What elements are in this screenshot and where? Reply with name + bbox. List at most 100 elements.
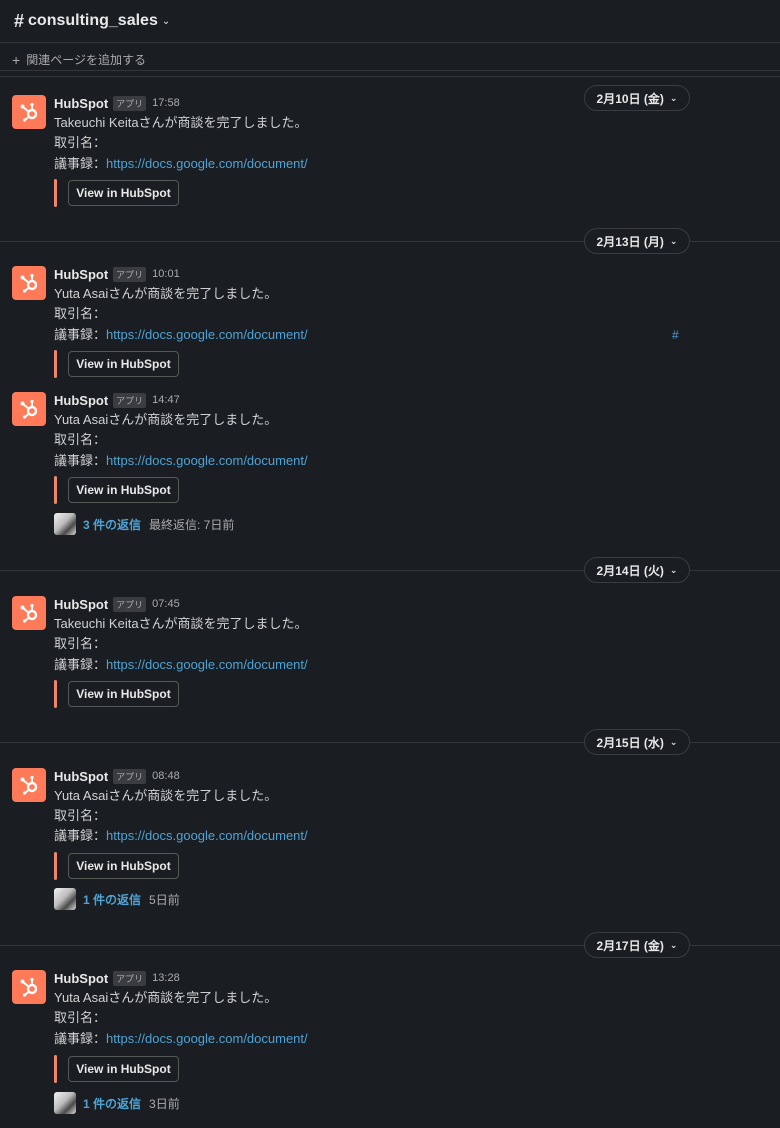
day-divider — [0, 70, 780, 71]
hubspot-logo-icon — [20, 977, 38, 997]
message-time[interactable]: 13:28 — [152, 972, 180, 984]
date-label: 2月17日 (金) — [596, 938, 664, 953]
app-badge: アプリ — [113, 768, 147, 784]
hubspot-avatar[interactable] — [12, 95, 46, 129]
date-pill[interactable]: 2月15日 (水) ⌄ — [584, 729, 690, 755]
date-pill[interactable]: 2月13日 (月) ⌄ — [584, 228, 690, 254]
minutes-label: 議事録： — [54, 1031, 107, 1046]
attachment-bar — [54, 476, 57, 504]
message-time[interactable]: 14:47 — [152, 394, 180, 406]
date-pill[interactable]: 2月10日 (金) ⌄ — [584, 85, 690, 111]
date-label: 2月13日 (月) — [596, 234, 664, 249]
hubspot-logo-icon — [20, 775, 38, 795]
thread-replies[interactable]: 1 件の返信 3日前 — [54, 1092, 180, 1114]
app-badge: アプリ — [113, 266, 147, 282]
minutes-link[interactable]: https://docs.google.com/document/ — [106, 1031, 308, 1046]
sender-name[interactable]: HubSpot — [54, 267, 108, 282]
message-text: Yuta Asaiさんが商談を完了しました。 — [54, 412, 278, 427]
last-reply-time: 5日前 — [149, 892, 180, 907]
sender-name[interactable]: HubSpot — [54, 971, 108, 986]
message-text: Yuta Asaiさんが商談を完了しました。 — [54, 990, 278, 1005]
reply-count-link[interactable]: 1 件の返信 — [83, 1095, 141, 1112]
message-text: Yuta Asaiさんが商談を完了しました。 — [54, 286, 278, 301]
hubspot-avatar[interactable] — [12, 596, 46, 630]
chevron-down-icon: ⌄ — [669, 736, 678, 747]
message-text: Takeuchi Keitaさんが商談を完了しました。 — [54, 616, 308, 631]
view-in-hubspot-button[interactable]: View in HubSpot — [68, 477, 179, 503]
last-reply-time: 3日前 — [149, 1096, 180, 1111]
date-label: 2月15日 (水) — [596, 735, 664, 750]
hubspot-avatar[interactable] — [12, 970, 46, 1004]
hubspot-logo-icon — [20, 603, 38, 623]
view-in-hubspot-button[interactable]: View in HubSpot — [68, 853, 179, 879]
deal-name-label: 取引名： — [54, 135, 107, 150]
attachment-bar — [54, 350, 57, 378]
minutes-link[interactable]: https://docs.google.com/document/ — [106, 828, 308, 843]
minutes-label: 議事録： — [54, 828, 107, 843]
hubspot-logo-icon — [20, 102, 38, 122]
plus-icon: + — [12, 51, 21, 68]
reply-avatar — [54, 513, 76, 535]
add-bookmark-button[interactable]: + 関連ページを追加する — [0, 43, 780, 77]
sender-name[interactable]: HubSpot — [54, 393, 108, 408]
minutes-link[interactable]: https://docs.google.com/document/ — [106, 453, 308, 468]
deal-name-label: 取引名： — [54, 636, 107, 651]
message-time[interactable]: 07:45 — [152, 598, 180, 610]
attachment-bar — [54, 680, 57, 708]
chevron-down-icon: ⌄ — [669, 564, 678, 575]
attachment-bar — [54, 852, 57, 880]
deal-name-label: 取引名： — [54, 432, 107, 447]
minutes-label: 議事録： — [54, 327, 107, 342]
channel-name[interactable]: consulting_sales — [28, 12, 158, 30]
chevron-down-icon: ⌄ — [669, 92, 678, 103]
message-text: Yuta Asaiさんが商談を完了しました。 — [54, 788, 278, 803]
chevron-down-icon: ⌄ — [669, 939, 678, 950]
thread-replies[interactable]: 3 件の返信 最終返信: 7日前 — [54, 513, 234, 535]
view-in-hubspot-button[interactable]: View in HubSpot — [68, 681, 179, 707]
minutes-label: 議事録： — [54, 453, 107, 468]
message-time[interactable]: 10:01 — [152, 268, 180, 280]
view-in-hubspot-button[interactable]: View in HubSpot — [68, 180, 179, 206]
view-in-hubspot-button[interactable]: View in HubSpot — [68, 1056, 179, 1082]
deal-name-label: 取引名： — [54, 808, 107, 823]
hubspot-avatar[interactable] — [12, 392, 46, 426]
reply-count-link[interactable]: 1 件の返信 — [83, 891, 141, 908]
attachment-bar — [54, 179, 57, 207]
date-label: 2月14日 (火) — [596, 563, 664, 578]
app-badge: アプリ — [113, 392, 147, 408]
add-bookmark-label: 関連ページを追加する — [26, 53, 146, 67]
channel-header[interactable]: # consulting_sales ⌄ — [0, 0, 780, 43]
message-text: Takeuchi Keitaさんが商談を完了しました。 — [54, 115, 308, 130]
sender-name[interactable]: HubSpot — [54, 96, 108, 111]
deal-name-label: 取引名： — [54, 1010, 107, 1025]
sender-name[interactable]: HubSpot — [54, 769, 108, 784]
date-pill[interactable]: 2月14日 (火) ⌄ — [584, 557, 690, 583]
deal-name-label: 取引名： — [54, 306, 107, 321]
attachment-bar — [54, 1055, 57, 1083]
minutes-label: 議事録： — [54, 156, 107, 171]
reply-avatar — [54, 888, 76, 910]
hubspot-logo-icon — [20, 399, 38, 419]
hubspot-avatar[interactable] — [12, 266, 46, 300]
channel-hash-icon: # — [14, 10, 25, 31]
reply-count-link[interactable]: 3 件の返信 — [83, 516, 141, 533]
date-pill[interactable]: 2月17日 (金) ⌄ — [584, 932, 690, 958]
chevron-down-icon[interactable]: ⌄ — [162, 16, 170, 27]
date-label: 2月10日 (金) — [596, 91, 664, 106]
chevron-down-icon: ⌄ — [669, 235, 678, 246]
message-time[interactable]: 17:58 — [152, 97, 180, 109]
hash-link[interactable]: # — [672, 328, 679, 342]
thread-replies[interactable]: 1 件の返信 5日前 — [54, 888, 180, 910]
view-in-hubspot-button[interactable]: View in HubSpot — [68, 351, 179, 377]
app-badge: アプリ — [113, 596, 147, 612]
app-badge: アプリ — [113, 95, 147, 111]
app-badge: アプリ — [113, 970, 147, 986]
minutes-link[interactable]: https://docs.google.com/document/ — [106, 327, 308, 342]
minutes-link[interactable]: https://docs.google.com/document/ — [106, 156, 308, 171]
message-time[interactable]: 08:48 — [152, 770, 180, 782]
minutes-link[interactable]: https://docs.google.com/document/ — [106, 657, 308, 672]
sender-name[interactable]: HubSpot — [54, 597, 108, 612]
last-reply-time: 最終返信: 7日前 — [149, 517, 235, 532]
hubspot-logo-icon — [20, 273, 38, 293]
hubspot-avatar[interactable] — [12, 768, 46, 802]
